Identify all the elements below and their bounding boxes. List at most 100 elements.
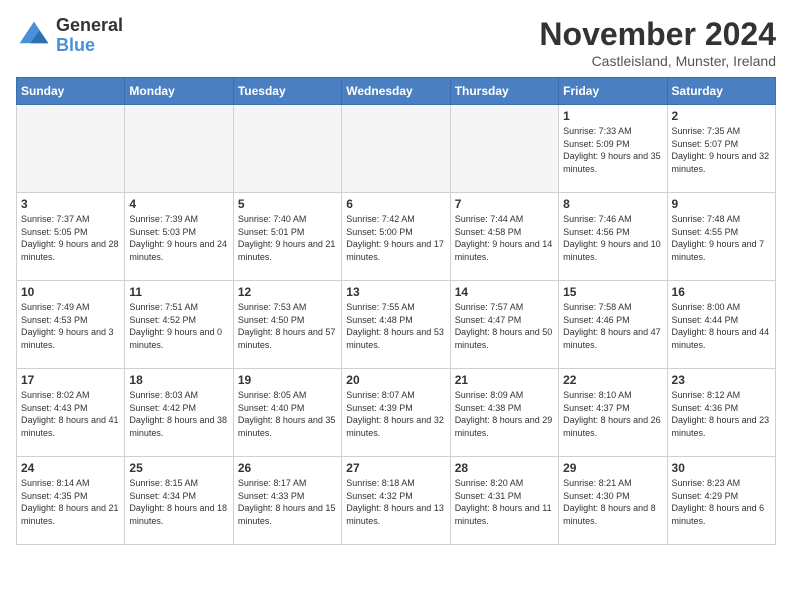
logo-general: General	[56, 16, 123, 36]
day-number: 26	[238, 461, 337, 475]
calendar-cell	[17, 105, 125, 193]
day-info: Sunrise: 7:33 AM Sunset: 5:09 PM Dayligh…	[563, 125, 662, 175]
day-number: 10	[21, 285, 120, 299]
day-number: 16	[672, 285, 771, 299]
calendar-header-row: Sunday Monday Tuesday Wednesday Thursday…	[17, 78, 776, 105]
calendar-cell: 14 Sunrise: 7:57 AM Sunset: 4:47 PM Dayli…	[450, 281, 558, 369]
day-number: 14	[455, 285, 554, 299]
calendar-cell: 27 Sunrise: 8:18 AM Sunset: 4:32 PM Dayli…	[342, 457, 450, 545]
calendar-cell: 9 Sunrise: 7:48 AM Sunset: 4:55 PM Daylig…	[667, 193, 775, 281]
calendar-cell: 7Sunrise: 7:44 AM Sunset: 4:58 PM Daylig…	[450, 193, 558, 281]
day-number: 28	[455, 461, 554, 475]
calendar-cell	[450, 105, 558, 193]
day-info: Sunrise: 8:09 AM Sunset: 4:38 PM Dayligh…	[455, 389, 554, 439]
calendar-cell: 8Sunrise: 7:46 AM Sunset: 4:56 PM Daylig…	[559, 193, 667, 281]
day-number: 11	[129, 285, 228, 299]
calendar-cell: 30 Sunrise: 8:23 AM Sunset: 4:29 PM Dayli…	[667, 457, 775, 545]
day-number: 3	[21, 197, 120, 211]
calendar-cell: 19 Sunrise: 8:05 AM Sunset: 4:40 PM Dayli…	[233, 369, 341, 457]
calendar-cell: 25Sunrise: 8:15 AM Sunset: 4:34 PM Dayli…	[125, 457, 233, 545]
day-info: Sunrise: 8:17 AM Sunset: 4:33 PM Dayligh…	[238, 477, 337, 527]
day-number: 24	[21, 461, 120, 475]
calendar-cell: 16Sunrise: 8:00 AM Sunset: 4:44 PM Dayli…	[667, 281, 775, 369]
header-friday: Friday	[559, 78, 667, 105]
day-info: Sunrise: 7:48 AM Sunset: 4:55 PM Dayligh…	[672, 213, 771, 263]
day-info: Sunrise: 8:23 AM Sunset: 4:29 PM Dayligh…	[672, 477, 771, 527]
header-sunday: Sunday	[17, 78, 125, 105]
day-info: Sunrise: 7:57 AM Sunset: 4:47 PM Dayligh…	[455, 301, 554, 351]
calendar-cell: 21 Sunrise: 8:09 AM Sunset: 4:38 PM Dayli…	[450, 369, 558, 457]
logo-icon	[16, 18, 52, 54]
calendar-cell: 5Sunrise: 7:40 AM Sunset: 5:01 PM Daylig…	[233, 193, 341, 281]
day-number: 25	[129, 461, 228, 475]
title-section: November 2024 Castleisland, Munster, Ire…	[539, 16, 776, 69]
day-info: Sunrise: 7:39 AM Sunset: 5:03 PM Dayligh…	[129, 213, 228, 263]
day-number: 5	[238, 197, 337, 211]
calendar-cell: 24 Sunrise: 8:14 AM Sunset: 4:35 PM Dayli…	[17, 457, 125, 545]
day-number: 19	[238, 373, 337, 387]
day-info: Sunrise: 7:42 AM Sunset: 5:00 PM Dayligh…	[346, 213, 445, 263]
day-number: 27	[346, 461, 445, 475]
day-info: Sunrise: 8:14 AM Sunset: 4:35 PM Dayligh…	[21, 477, 120, 527]
day-info: Sunrise: 8:12 AM Sunset: 4:36 PM Dayligh…	[672, 389, 771, 439]
calendar-cell	[125, 105, 233, 193]
week-row-3: 10 Sunrise: 7:49 AM Sunset: 4:53 PM Dayli…	[17, 281, 776, 369]
day-info: Sunrise: 8:10 AM Sunset: 4:37 PM Dayligh…	[563, 389, 662, 439]
day-number: 30	[672, 461, 771, 475]
calendar-cell: 26 Sunrise: 8:17 AM Sunset: 4:33 PM Dayli…	[233, 457, 341, 545]
week-row-4: 17Sunrise: 8:02 AM Sunset: 4:43 PM Dayli…	[17, 369, 776, 457]
day-number: 9	[672, 197, 771, 211]
day-info: Sunrise: 7:53 AM Sunset: 4:50 PM Dayligh…	[238, 301, 337, 351]
day-info: Sunrise: 7:37 AM Sunset: 5:05 PM Dayligh…	[21, 213, 120, 263]
calendar-cell: 6 Sunrise: 7:42 AM Sunset: 5:00 PM Daylig…	[342, 193, 450, 281]
calendar-cell: 12 Sunrise: 7:53 AM Sunset: 4:50 PM Dayli…	[233, 281, 341, 369]
calendar-cell: 13Sunrise: 7:55 AM Sunset: 4:48 PM Dayli…	[342, 281, 450, 369]
day-number: 6	[346, 197, 445, 211]
calendar-cell: 10 Sunrise: 7:49 AM Sunset: 4:53 PM Dayli…	[17, 281, 125, 369]
day-number: 15	[563, 285, 662, 299]
day-info: Sunrise: 7:44 AM Sunset: 4:58 PM Dayligh…	[455, 213, 554, 263]
day-info: Sunrise: 7:51 AM Sunset: 4:52 PM Dayligh…	[129, 301, 228, 351]
day-number: 12	[238, 285, 337, 299]
calendar-cell	[233, 105, 341, 193]
calendar-cell: 22Sunrise: 8:10 AM Sunset: 4:37 PM Dayli…	[559, 369, 667, 457]
day-info: Sunrise: 7:49 AM Sunset: 4:53 PM Dayligh…	[21, 301, 120, 351]
day-info: Sunrise: 8:07 AM Sunset: 4:39 PM Dayligh…	[346, 389, 445, 439]
day-number: 20	[346, 373, 445, 387]
calendar-cell: 4Sunrise: 7:39 AM Sunset: 5:03 PM Daylig…	[125, 193, 233, 281]
day-info: Sunrise: 7:46 AM Sunset: 4:56 PM Dayligh…	[563, 213, 662, 263]
location-title: Castleisland, Munster, Ireland	[539, 53, 776, 69]
day-info: Sunrise: 8:20 AM Sunset: 4:31 PM Dayligh…	[455, 477, 554, 527]
day-number: 2	[672, 109, 771, 123]
logo-text: General Blue	[56, 16, 123, 56]
day-info: Sunrise: 8:18 AM Sunset: 4:32 PM Dayligh…	[346, 477, 445, 527]
day-number: 21	[455, 373, 554, 387]
day-number: 13	[346, 285, 445, 299]
day-number: 29	[563, 461, 662, 475]
header-thursday: Thursday	[450, 78, 558, 105]
logo: General Blue	[16, 16, 123, 56]
day-info: Sunrise: 8:03 AM Sunset: 4:42 PM Dayligh…	[129, 389, 228, 439]
calendar-cell: 20 Sunrise: 8:07 AM Sunset: 4:39 PM Dayli…	[342, 369, 450, 457]
day-info: Sunrise: 8:21 AM Sunset: 4:30 PM Dayligh…	[563, 477, 662, 527]
day-info: Sunrise: 8:02 AM Sunset: 4:43 PM Dayligh…	[21, 389, 120, 439]
month-title: November 2024	[539, 16, 776, 53]
day-info: Sunrise: 8:05 AM Sunset: 4:40 PM Dayligh…	[238, 389, 337, 439]
calendar-cell: 15 Sunrise: 7:58 AM Sunset: 4:46 PM Dayli…	[559, 281, 667, 369]
calendar-table: Sunday Monday Tuesday Wednesday Thursday…	[16, 77, 776, 545]
calendar-cell: 11 Sunrise: 7:51 AM Sunset: 4:52 PM Dayli…	[125, 281, 233, 369]
week-row-2: 3 Sunrise: 7:37 AM Sunset: 5:05 PM Daylig…	[17, 193, 776, 281]
header-monday: Monday	[125, 78, 233, 105]
header-saturday: Saturday	[667, 78, 775, 105]
day-info: Sunrise: 7:58 AM Sunset: 4:46 PM Dayligh…	[563, 301, 662, 351]
calendar-cell: 23 Sunrise: 8:12 AM Sunset: 4:36 PM Dayli…	[667, 369, 775, 457]
day-number: 18	[129, 373, 228, 387]
calendar-cell: 28 Sunrise: 8:20 AM Sunset: 4:31 PM Dayli…	[450, 457, 558, 545]
header: General Blue November 2024 Castleisland,…	[16, 16, 776, 69]
logo-blue: Blue	[56, 36, 123, 56]
week-row-5: 24 Sunrise: 8:14 AM Sunset: 4:35 PM Dayli…	[17, 457, 776, 545]
header-tuesday: Tuesday	[233, 78, 341, 105]
calendar-cell: 1Sunrise: 7:33 AM Sunset: 5:09 PM Daylig…	[559, 105, 667, 193]
day-number: 23	[672, 373, 771, 387]
week-row-1: 1Sunrise: 7:33 AM Sunset: 5:09 PM Daylig…	[17, 105, 776, 193]
